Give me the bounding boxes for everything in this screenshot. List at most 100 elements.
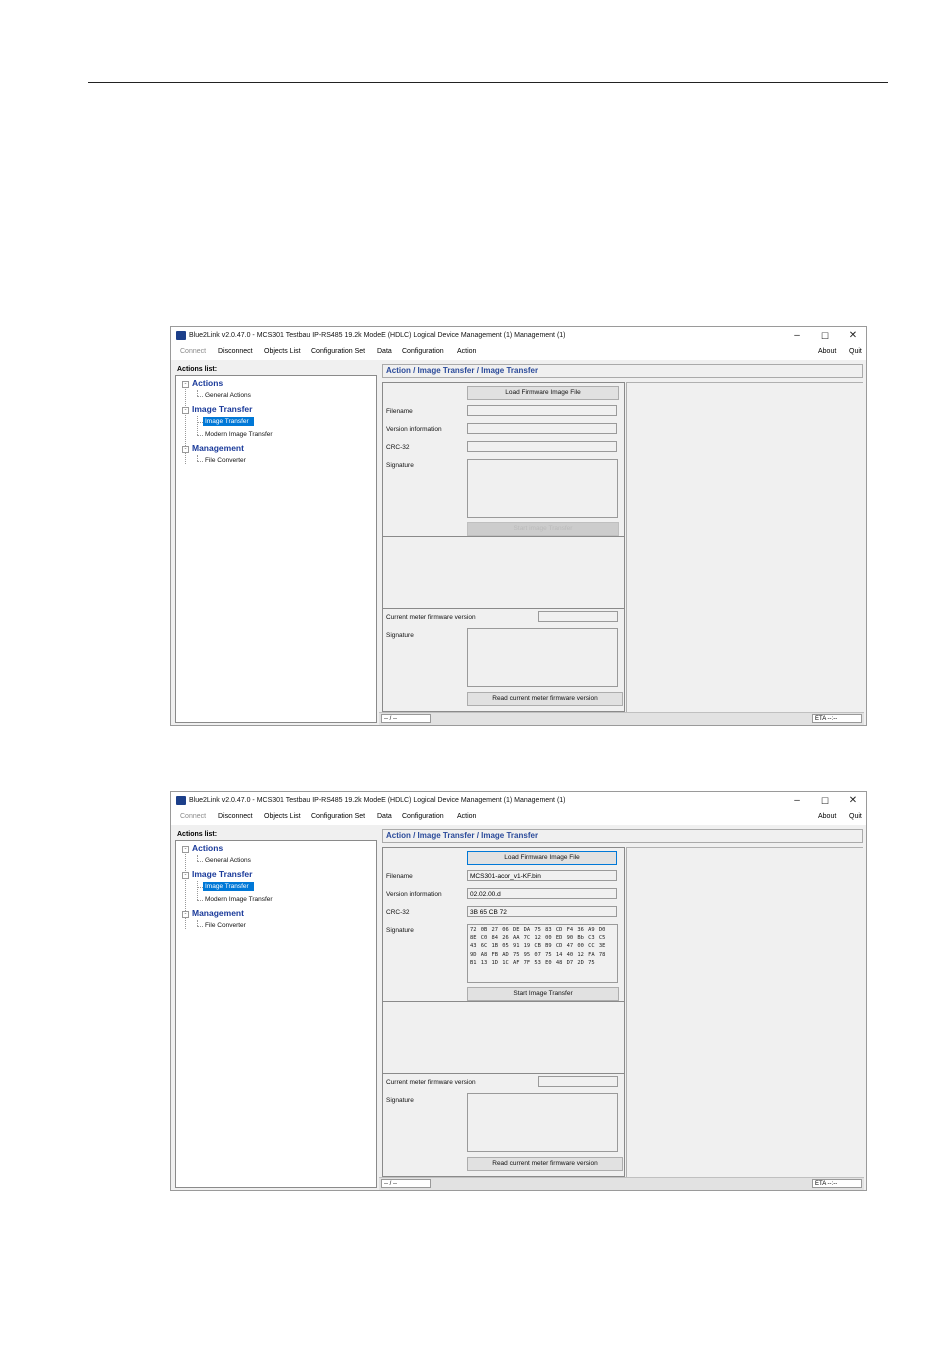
page-header-rule <box>88 82 888 83</box>
minimize-button[interactable]: – <box>790 794 804 808</box>
tree-item-general-actions[interactable]: General Actions <box>205 392 251 399</box>
menu-action[interactable]: Action <box>457 813 476 820</box>
tree-group-actions[interactable]: Actions <box>192 843 223 853</box>
crc32-field[interactable]: 3B 65 CB 72 <box>467 906 617 917</box>
tree-group-image-transfer[interactable]: Image Transfer <box>192 404 252 414</box>
breadcrumb: Action / Image Transfer / Image Transfer <box>382 829 863 843</box>
menu-data[interactable]: Data <box>377 813 392 820</box>
app-logo-icon <box>176 331 186 340</box>
menu-configuration[interactable]: Configuration <box>402 348 444 355</box>
version-information-field[interactable] <box>467 423 617 434</box>
start-image-transfer-button[interactable]: Start Image Transfer <box>467 987 619 1001</box>
menu-quit[interactable]: Quit <box>849 813 862 820</box>
actions-tree-panel: - Actions General Actions - Image Transf… <box>175 375 377 723</box>
menu-disconnect[interactable]: Disconnect <box>218 348 253 355</box>
menu-about[interactable]: About <box>818 348 836 355</box>
start-image-transfer-button[interactable]: Start image Transfer <box>467 522 619 536</box>
tree-group-actions[interactable]: Actions <box>192 378 223 388</box>
menu-connect[interactable]: Connect <box>180 348 206 355</box>
menu-bar: Connect Disconnect Objects List Configur… <box>171 810 866 825</box>
tree-item-image-transfer[interactable]: Image Transfer <box>203 882 254 891</box>
filename-field[interactable] <box>467 405 617 416</box>
close-button[interactable]: ✕ <box>846 329 860 343</box>
meter-signature-field[interactable] <box>467 1093 618 1152</box>
close-button[interactable]: ✕ <box>846 794 860 808</box>
version-information-label: Version information <box>386 426 442 433</box>
expand-toggle-icon[interactable]: - <box>182 846 189 853</box>
current-meter-firmware-label: Current meter firmware version <box>386 614 476 621</box>
breadcrumb: Action / Image Transfer / Image Transfer <box>382 364 863 378</box>
minimize-button[interactable]: – <box>790 329 804 343</box>
signature-field[interactable]: 72 0B 27 06 DE DA 75 83 CD F4 36 A9 D0 8… <box>467 924 618 983</box>
filename-field[interactable]: MCS301-acor_v1-KF.bin <box>467 870 617 881</box>
menu-data[interactable]: Data <box>377 348 392 355</box>
tree-group-management[interactable]: Management <box>192 908 244 918</box>
crc32-label: CRC-32 <box>386 444 410 451</box>
actions-list-label: Actions list: <box>177 366 218 373</box>
expand-toggle-icon[interactable]: - <box>182 407 189 414</box>
expand-toggle-icon[interactable]: - <box>182 911 189 918</box>
filename-label: Filename <box>386 408 413 415</box>
menu-configuration-set[interactable]: Configuration Set <box>311 348 365 355</box>
expand-toggle-icon[interactable]: - <box>182 872 189 879</box>
output-panel <box>626 847 863 1178</box>
expand-toggle-icon[interactable]: - <box>182 446 189 453</box>
meter-signature-label: Signature <box>386 1097 414 1104</box>
image-file-form: Load Firmware Image File Filename Versio… <box>382 382 625 537</box>
crc32-label: CRC-32 <box>386 909 410 916</box>
image-file-form: Load Firmware Image File Filename MCS301… <box>382 847 625 1002</box>
progress-status: -- / -- <box>381 714 431 723</box>
actions-tree-panel: - Actions General Actions - Image Transf… <box>175 840 377 1188</box>
current-meter-firmware-field[interactable] <box>538 611 618 622</box>
read-meter-firmware-button[interactable]: Read current meter firmware version <box>467 1157 623 1171</box>
maximize-button[interactable]: ☐ <box>818 329 832 343</box>
version-information-field[interactable]: 02.02.00.d <box>467 888 617 899</box>
load-firmware-button[interactable]: Load Firmware Image File <box>467 386 619 400</box>
window-title: Blue2Link v2.0.47.0 - MCS301 Testbau IP-… <box>189 797 566 804</box>
menu-quit[interactable]: Quit <box>849 348 862 355</box>
tree-group-image-transfer[interactable]: Image Transfer <box>192 869 252 879</box>
meter-signature-label: Signature <box>386 632 414 639</box>
tree-group-management[interactable]: Management <box>192 443 244 453</box>
menu-objects-list[interactable]: Objects List <box>264 813 301 820</box>
status-bar: -- / -- ETA --:-- <box>379 712 864 725</box>
empty-panel <box>382 537 625 609</box>
tree-item-file-converter[interactable]: File Converter <box>205 457 246 464</box>
menu-disconnect[interactable]: Disconnect <box>218 813 253 820</box>
meter-firmware-panel: Current meter firmware version Signature… <box>382 1073 625 1177</box>
expand-toggle-icon[interactable]: - <box>182 381 189 388</box>
empty-panel <box>382 1002 625 1074</box>
status-bar: -- / -- ETA --:-- <box>379 1177 864 1190</box>
window-title: Blue2Link v2.0.47.0 - MCS301 Testbau IP-… <box>189 332 566 339</box>
signature-field[interactable] <box>467 459 618 518</box>
menu-action[interactable]: Action <box>457 348 476 355</box>
read-meter-firmware-button[interactable]: Read current meter firmware version <box>467 692 623 706</box>
maximize-button[interactable]: ☐ <box>818 794 832 808</box>
menu-connect[interactable]: Connect <box>180 813 206 820</box>
eta-status: ETA --:-- <box>812 714 862 723</box>
menu-configuration[interactable]: Configuration <box>402 813 444 820</box>
output-panel <box>626 382 863 713</box>
tree-item-file-converter[interactable]: File Converter <box>205 922 246 929</box>
menu-bar: Connect Disconnect Objects List Configur… <box>171 345 866 360</box>
app-logo-icon <box>176 796 186 805</box>
menu-objects-list[interactable]: Objects List <box>264 348 301 355</box>
actions-list-label: Actions list: <box>177 831 218 838</box>
menu-configuration-set[interactable]: Configuration Set <box>311 813 365 820</box>
crc32-field[interactable] <box>467 441 617 452</box>
menu-about[interactable]: About <box>818 813 836 820</box>
meter-firmware-panel: Current meter firmware version Signature… <box>382 608 625 712</box>
tree-item-modern-image-transfer[interactable]: Modern Image Transfer <box>205 431 273 438</box>
load-firmware-button[interactable]: Load Firmware Image File <box>467 851 617 865</box>
app-window-empty-state: Blue2Link v2.0.47.0 - MCS301 Testbau IP-… <box>170 326 867 726</box>
title-bar: Blue2Link v2.0.47.0 - MCS301 Testbau IP-… <box>171 792 866 810</box>
current-meter-firmware-field[interactable] <box>538 1076 618 1087</box>
signature-value: 72 0B 27 06 DE DA 75 83 CD F4 36 A9 D0 8… <box>470 927 610 966</box>
eta-status: ETA --:-- <box>812 1179 862 1188</box>
tree-item-general-actions[interactable]: General Actions <box>205 857 251 864</box>
meter-signature-field[interactable] <box>467 628 618 687</box>
tree-item-image-transfer[interactable]: Image Transfer <box>203 417 254 426</box>
tree-item-modern-image-transfer[interactable]: Modern Image Transfer <box>205 896 273 903</box>
signature-label: Signature <box>386 462 414 469</box>
signature-label: Signature <box>386 927 414 934</box>
